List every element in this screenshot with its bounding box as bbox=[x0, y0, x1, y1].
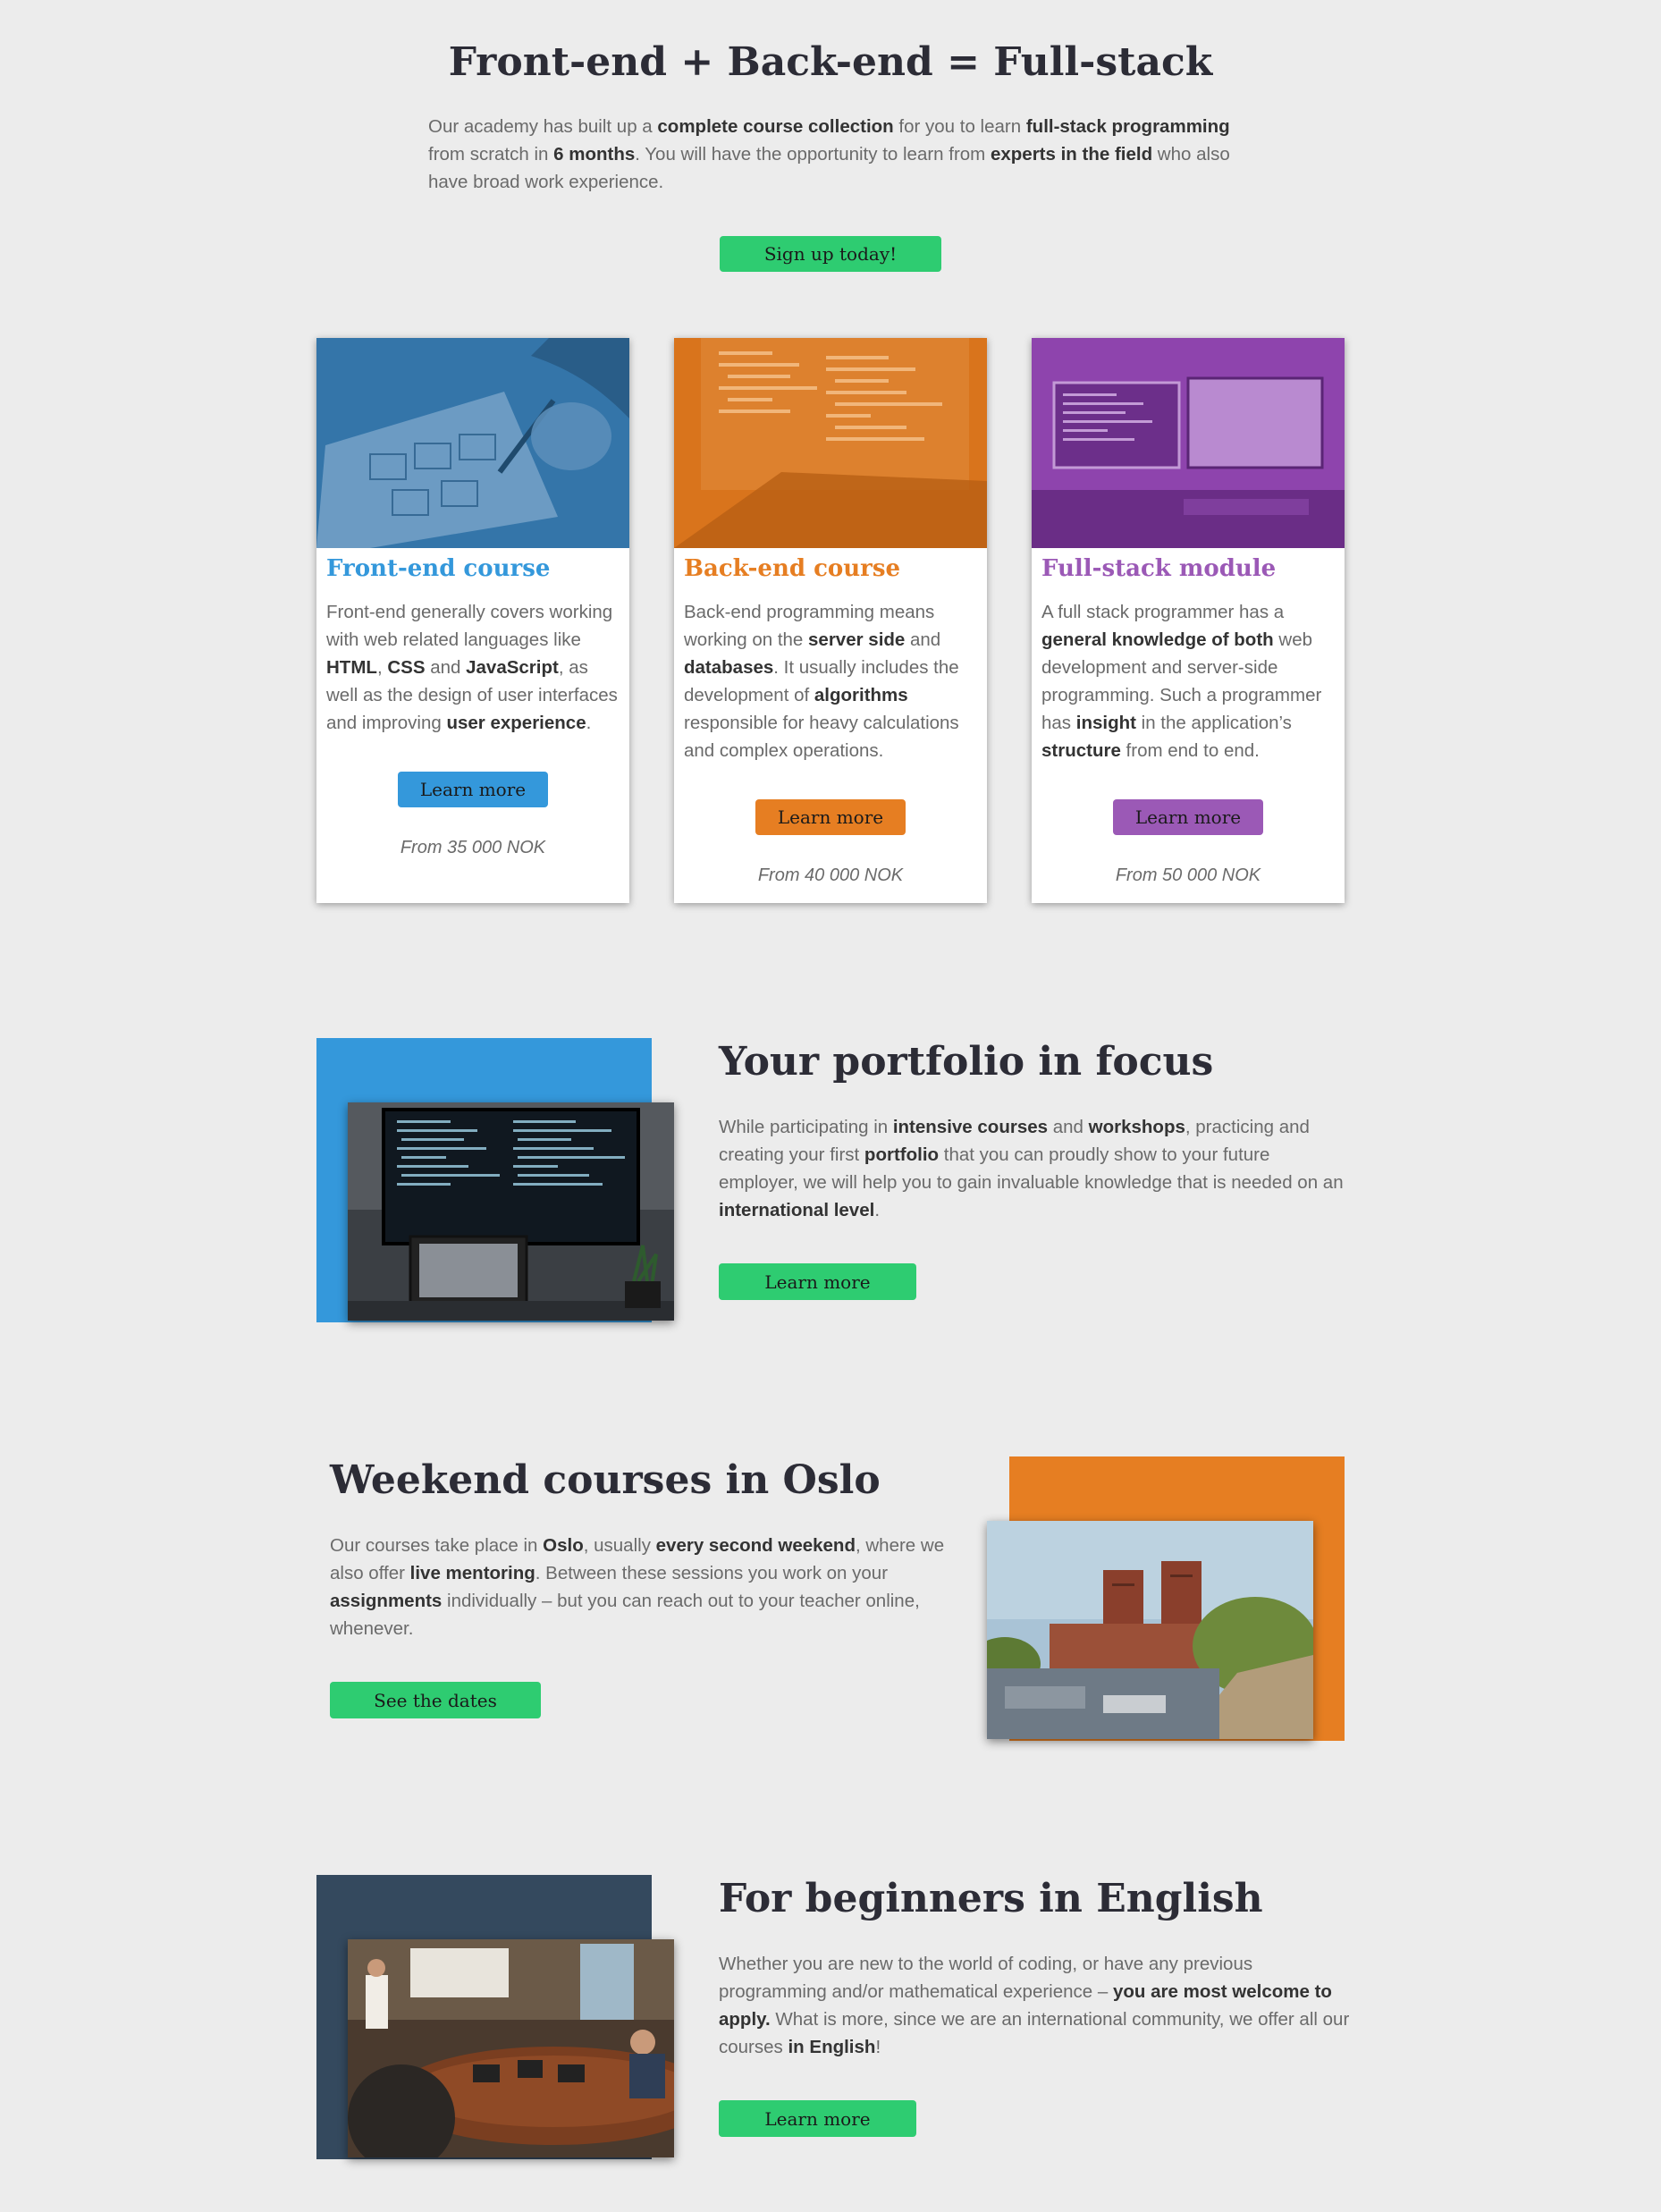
code-on-laptop-image bbox=[674, 338, 987, 548]
beginners-title: For beginners in English bbox=[719, 1876, 1263, 1921]
front-end-course-card: Front-end course Front-end generally cov… bbox=[316, 338, 629, 903]
emphasis-text: structure bbox=[1041, 740, 1121, 761]
text-run: . bbox=[874, 1200, 881, 1220]
emphasis-text: assignments bbox=[330, 1591, 443, 1611]
emphasis-text: databases bbox=[684, 657, 774, 678]
hero-intro: Our academy has built up a complete cour… bbox=[428, 113, 1251, 196]
emphasis-text: Oslo bbox=[543, 1535, 584, 1556]
card-price: From 35 000 NOK bbox=[400, 838, 546, 857]
text-run: from end to end. bbox=[1120, 740, 1260, 761]
emphasis-text: live mentoring bbox=[409, 1563, 535, 1583]
text-run: ! bbox=[875, 2037, 881, 2057]
monitor-with-code-image bbox=[348, 1102, 674, 1321]
card-price: From 40 000 NOK bbox=[757, 865, 904, 885]
emphasis-text: JavaScript bbox=[466, 657, 559, 678]
portfolio-text: While participating in intensive courses… bbox=[719, 1113, 1353, 1224]
text-run: Our courses take place in bbox=[330, 1535, 544, 1556]
emphasis-text: user experience bbox=[446, 713, 586, 733]
text-run: and bbox=[1048, 1117, 1089, 1137]
text-run: , usually bbox=[583, 1535, 656, 1556]
emphasis-text: CSS bbox=[387, 657, 426, 678]
full-stack-learn-more-button[interactable]: Learn more bbox=[1113, 799, 1263, 835]
emphasis-text: workshops bbox=[1088, 1117, 1185, 1137]
sign-up-button[interactable]: Sign up today! bbox=[720, 236, 941, 272]
emphasis-text: complete course collection bbox=[657, 116, 894, 137]
emphasis-text: full-stack programming bbox=[1025, 116, 1230, 137]
text-run: from scratch in bbox=[428, 144, 554, 165]
wireframe-sketch-image bbox=[316, 338, 629, 548]
full-stack-module-card: Full-stack module A full stack programme… bbox=[1032, 338, 1345, 903]
oslo-city-hall-image bbox=[987, 1521, 1313, 1739]
emphasis-text: intensive courses bbox=[892, 1117, 1049, 1137]
emphasis-text: insight bbox=[1075, 713, 1136, 733]
emphasis-text: in English bbox=[788, 2037, 876, 2057]
text-run: responsible for heavy calculations and c… bbox=[684, 713, 959, 761]
emphasis-text: HTML bbox=[326, 657, 377, 678]
emphasis-text: every second weekend bbox=[655, 1535, 856, 1556]
classroom-meeting-image bbox=[348, 1939, 674, 2157]
text-run: Front-end generally covers working with … bbox=[326, 602, 613, 650]
card-description: Front-end generally covers working with … bbox=[326, 598, 621, 737]
emphasis-text: international level bbox=[719, 1200, 875, 1220]
text-run: , bbox=[376, 657, 388, 678]
front-end-learn-more-button[interactable]: Learn more bbox=[398, 772, 548, 807]
emphasis-text: server side bbox=[808, 629, 906, 650]
back-end-learn-more-button[interactable]: Learn more bbox=[755, 799, 906, 835]
text-run: Our academy has built up a bbox=[428, 116, 658, 137]
emphasis-text: 6 months bbox=[553, 144, 636, 165]
card-description: A full stack programmer has a general kn… bbox=[1041, 598, 1336, 764]
text-run: . bbox=[586, 713, 592, 733]
text-run: and bbox=[425, 657, 467, 678]
portfolio-learn-more-button[interactable]: Learn more bbox=[719, 1263, 916, 1300]
emphasis-text: experts in the field bbox=[990, 144, 1153, 165]
portfolio-title: Your portfolio in focus bbox=[719, 1039, 1214, 1085]
see-dates-button[interactable]: See the dates bbox=[330, 1682, 541, 1718]
card-title: Back-end course bbox=[684, 555, 901, 582]
text-run: in the application’s bbox=[1135, 713, 1292, 733]
beginners-text: Whether you are new to the world of codi… bbox=[719, 1950, 1353, 2061]
emphasis-text: general knowledge of both bbox=[1041, 629, 1274, 650]
emphasis-text: algorithms bbox=[814, 685, 908, 705]
text-run: for you to learn bbox=[893, 116, 1026, 137]
back-end-course-card: Back-end course Back-end programming mea… bbox=[674, 338, 987, 903]
text-run: and bbox=[905, 629, 941, 650]
text-run: A full stack programmer has a bbox=[1041, 602, 1285, 622]
dual-monitor-desk-image bbox=[1032, 338, 1345, 548]
text-run: While participating in bbox=[719, 1117, 893, 1137]
hero-title: Front-end + Back-end = Full-stack bbox=[448, 39, 1213, 85]
weekend-text: Our courses take place in Oslo, usually … bbox=[330, 1532, 956, 1642]
emphasis-text: portfolio bbox=[864, 1144, 940, 1165]
card-description: Back-end programming means working on th… bbox=[684, 598, 979, 764]
text-run: . Between these sessions you work on you… bbox=[535, 1563, 889, 1583]
weekend-title: Weekend courses in Oslo bbox=[330, 1457, 881, 1503]
card-title: Full-stack module bbox=[1041, 555, 1277, 582]
beginners-learn-more-button[interactable]: Learn more bbox=[719, 2100, 916, 2137]
text-run: . You will have the opportunity to learn… bbox=[635, 144, 991, 165]
card-price: From 50 000 NOK bbox=[1115, 865, 1261, 885]
card-title: Front-end course bbox=[326, 555, 551, 582]
